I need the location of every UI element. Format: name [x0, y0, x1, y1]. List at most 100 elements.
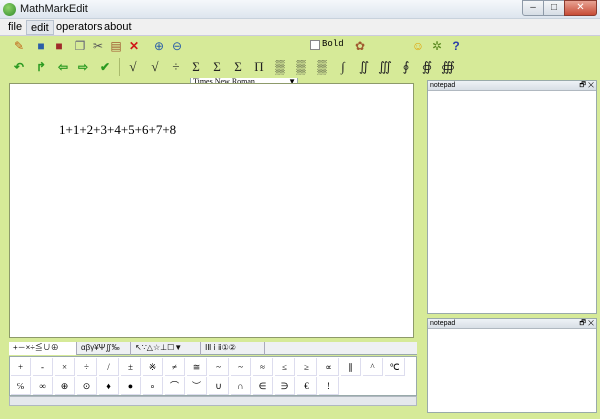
menu-file[interactable]: file	[4, 20, 26, 35]
symbol-cell[interactable]: ℃	[385, 358, 405, 376]
menu-about[interactable]: about	[100, 20, 136, 35]
symbol-cell[interactable]: ≥	[297, 358, 317, 376]
symbol-cell[interactable]: ≈	[253, 358, 273, 376]
symbol-cell[interactable]: ⊙	[77, 377, 97, 395]
symbol-cell[interactable]: ∘	[143, 377, 163, 395]
menu-operators[interactable]: operators	[52, 20, 106, 35]
delete-icon[interactable]: ✕	[126, 38, 142, 54]
symbol-grid: + - × ÷ / ± ※ ≠ ≅ ~ ~ ≈ ≤ ≥ ∝ ∥ ^ ℃ ℅ ∞ ⊕ ⊙ ♦ ● ∘ ⌒ ︶ ∪ ∩ ∈ ∋ €!	[9, 356, 417, 396]
save-as-icon[interactable]: ■	[51, 38, 67, 54]
symbol-cell[interactable]: ⊕	[55, 377, 75, 395]
maximize-button[interactable]: □	[543, 0, 565, 16]
undo-icon[interactable]: ↶	[11, 59, 27, 75]
toolbar-separator	[119, 58, 120, 76]
symbol-cell[interactable]: ♦	[99, 377, 119, 395]
symbol-cell[interactable]: +	[11, 358, 31, 376]
symbol-cell[interactable]: -	[33, 358, 53, 376]
paint-icon[interactable]: ✿	[352, 38, 368, 54]
symbol-cell[interactable]: ∥	[341, 358, 361, 376]
window-title: MathMarkEdit	[20, 3, 88, 15]
app-window: MathMarkEdit – □ ✕ file edit operators a…	[0, 0, 600, 419]
symbol-cell[interactable]: ●	[121, 377, 141, 395]
symbol-cell[interactable]: ^	[363, 358, 383, 376]
triple-integral-button[interactable]: ∭	[377, 58, 393, 76]
sum-button[interactable]: Σ	[188, 58, 204, 76]
arrow-right-icon[interactable]: ⇨	[75, 59, 91, 75]
panel-title: notepad	[430, 320, 456, 327]
symbol-cell[interactable]: ~	[231, 358, 251, 376]
bold-checkbox[interactable]	[310, 40, 320, 50]
panel-controls[interactable]: 🗗 ✕	[579, 319, 594, 328]
tab-greek[interactable]: αβγ¥Ψ∬‰	[77, 342, 131, 355]
redo-icon[interactable]: ↱	[33, 59, 49, 75]
symbol-cell[interactable]: ℅	[11, 377, 31, 395]
paste-icon[interactable]: ▤	[108, 38, 124, 54]
tools-icon[interactable]: ✲	[429, 38, 445, 54]
product-button[interactable]: Π	[251, 58, 267, 76]
checkmark-icon[interactable]: ✔	[97, 59, 113, 75]
nth-root-button[interactable]: √	[147, 58, 163, 76]
panel-header: notepad 🗗 ✕	[428, 319, 596, 329]
symbol-cell[interactable]: ~	[209, 358, 229, 376]
symbol-cell[interactable]: ≅	[187, 358, 207, 376]
integral-button[interactable]: ∫	[335, 58, 351, 76]
pencil-icon[interactable]: ✎	[11, 38, 27, 54]
arrow-left-icon[interactable]: ⇦	[55, 59, 71, 75]
symbol-cell[interactable]: €	[297, 377, 317, 395]
symbol-cell[interactable]: ∈	[253, 377, 273, 395]
symbol-cell[interactable]: !	[319, 377, 339, 395]
sum-lower-button[interactable]: Σ	[209, 58, 225, 76]
copy-icon[interactable]: ❐	[72, 38, 88, 54]
cut-icon[interactable]: ✂	[90, 38, 106, 54]
contour-integral-button[interactable]: ∮	[398, 58, 414, 76]
sqrt-button[interactable]: √	[125, 58, 141, 76]
surface-integral-button[interactable]: ∯	[419, 58, 435, 76]
panel-title: notepad	[430, 82, 456, 89]
save-icon[interactable]: ■	[33, 38, 49, 54]
symbol-cell[interactable]: ÷	[77, 358, 97, 376]
sum-limits-button[interactable]: Σ	[230, 58, 246, 76]
symbol-cell[interactable]: /	[99, 358, 119, 376]
close-button[interactable]: ✕	[564, 0, 597, 16]
volume-integral-button[interactable]: ∰	[440, 58, 456, 76]
panel-controls[interactable]: 🗗 ✕	[579, 81, 594, 90]
panel-header: notepad 🗗 ✕	[428, 81, 596, 91]
symbol-cell[interactable]: ∩	[231, 377, 251, 395]
tab-shapes[interactable]: ↖∵△☆⊥☐▼	[131, 342, 201, 355]
symbol-cell[interactable]: ≠	[165, 358, 185, 376]
fraction-button[interactable]: ÷	[168, 58, 184, 76]
minimize-button[interactable]: –	[522, 0, 544, 16]
help-icon[interactable]: ?	[448, 38, 464, 54]
zoom-in-icon[interactable]: ⊕	[151, 38, 167, 54]
symbol-panel-footer	[9, 396, 417, 406]
smiley-icon[interactable]: ☺	[410, 38, 426, 54]
symbol-cell[interactable]: ∞	[33, 377, 53, 395]
symbol-cell[interactable]: ≤	[275, 358, 295, 376]
symbol-cell[interactable]: ⌒	[165, 377, 185, 395]
symbol-cell[interactable]: ︶	[187, 377, 207, 395]
notepad-panel-bottom: notepad 🗗 ✕	[427, 318, 597, 413]
matrix-button[interactable]: ▒	[272, 58, 288, 76]
symbol-cell[interactable]: ∝	[319, 358, 339, 376]
matrix-2-button[interactable]: ▒	[293, 58, 309, 76]
bold-label: Bold	[322, 39, 344, 49]
tab-operators[interactable]: +－×÷≦∪⊕	[9, 342, 77, 355]
tab-numerals[interactable]: ⅠⅡ ⅰ ⅱ①②	[201, 342, 265, 355]
symbol-cell[interactable]: ※	[143, 358, 163, 376]
main-toolbar: ✎ ■ ■ ❐ ✂ ▤ ✕ ⊕ ⊖ Times New Roman ▼ Bold…	[0, 36, 600, 89]
matrix-3-button[interactable]: ▒	[314, 58, 330, 76]
notepad-panel-top: notepad 🗗 ✕	[427, 80, 597, 314]
menu-bar: file edit operators about	[0, 19, 600, 36]
symbol-cell[interactable]: ∪	[209, 377, 229, 395]
symbol-cell[interactable]: ∋	[275, 377, 295, 395]
symbol-tabs: +－×÷≦∪⊕ αβγ¥Ψ∬‰ ↖∵△☆⊥☐▼ ⅠⅡ ⅰ ⅱ①②	[9, 342, 417, 355]
double-integral-button[interactable]: ∬	[356, 58, 372, 76]
symbol-cell[interactable]: ×	[55, 358, 75, 376]
formula-editor[interactable]: 1+1+2+3+4+5+6+7+8	[9, 83, 414, 338]
app-logo-icon	[3, 3, 16, 16]
formula-text: 1+1+2+3+4+5+6+7+8	[59, 122, 177, 137]
title-bar: MathMarkEdit – □ ✕	[0, 0, 600, 19]
menu-edit[interactable]: edit	[26, 20, 54, 35]
symbol-cell[interactable]: ±	[121, 358, 141, 376]
zoom-out-icon[interactable]: ⊖	[169, 38, 185, 54]
